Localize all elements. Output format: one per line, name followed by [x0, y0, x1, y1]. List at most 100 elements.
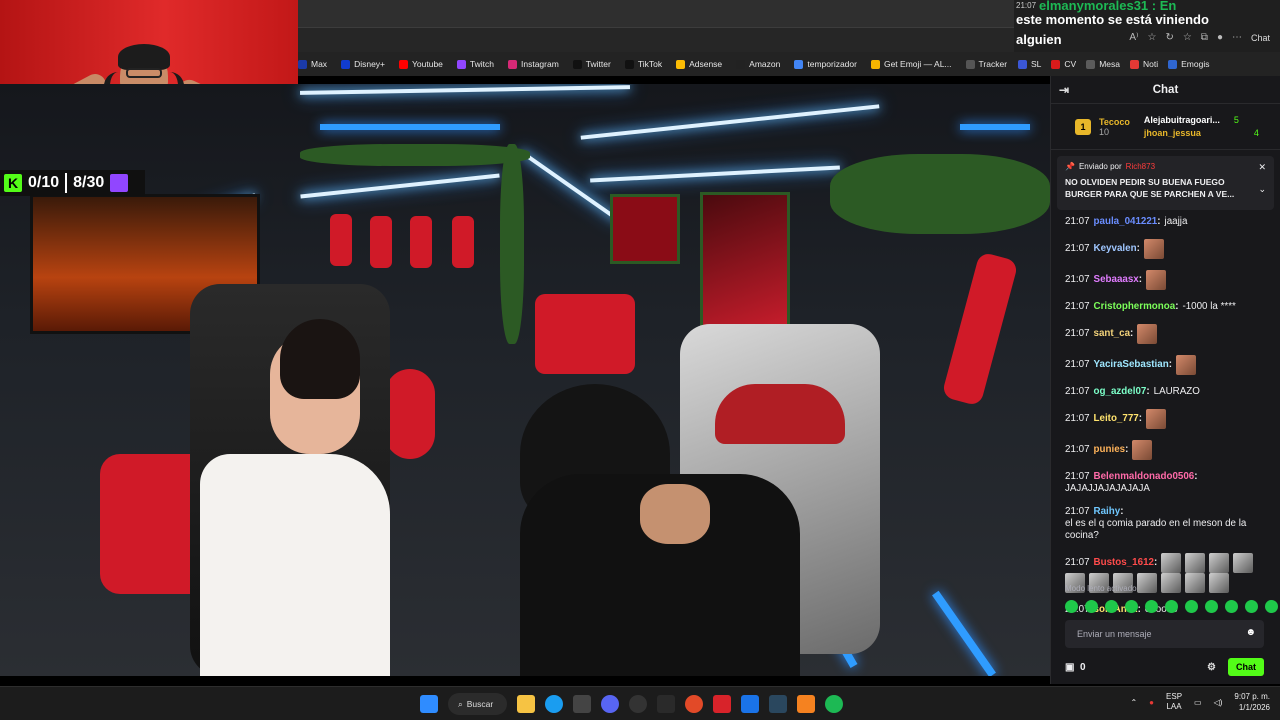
- bookmark-8[interactable]: Amazon: [736, 59, 780, 69]
- bookmark-2[interactable]: Youtube: [399, 59, 443, 69]
- message-username[interactable]: Raihy:: [1094, 506, 1124, 518]
- username-text: Keyvalen: [1093, 243, 1137, 254]
- message-username[interactable]: Cristophermonoa:: [1094, 301, 1179, 313]
- bookmark-0[interactable]: Max: [298, 59, 327, 69]
- chat-message[interactable]: 21:07 YaciraSebastian:: [1065, 355, 1270, 375]
- chat-message[interactable]: 21:07 Cristophermonoa: -1000 la ****: [1065, 301, 1270, 313]
- quick-emote[interactable]: [1105, 600, 1118, 613]
- collapse-chat-icon[interactable]: ⇥: [1059, 83, 1069, 97]
- quick-emote[interactable]: [1225, 600, 1238, 613]
- chat-message[interactable]: 21:07 punies:: [1065, 440, 1270, 460]
- leader-1[interactable]: Tecoco 10: [1099, 117, 1130, 137]
- github-icon[interactable]: [629, 695, 648, 713]
- spotify-icon[interactable]: [825, 695, 844, 713]
- quick-emote[interactable]: [1125, 600, 1138, 613]
- emoji-picker-icon[interactable]: ☻: [1245, 627, 1256, 638]
- refresh-icon[interactable]: ↻: [1165, 32, 1173, 43]
- favorite-star-icon[interactable]: ☆: [1147, 32, 1156, 43]
- username-colon: :: [1125, 444, 1129, 455]
- discord-icon[interactable]: [601, 695, 620, 713]
- bookmark-7[interactable]: Adsense: [676, 59, 722, 69]
- quick-emote[interactable]: [1185, 600, 1198, 613]
- message-username[interactable]: punies:: [1094, 444, 1129, 456]
- vscode-icon[interactable]: [741, 695, 760, 713]
- message-username[interactable]: Bustos_1612:: [1094, 557, 1158, 569]
- expand-chevron-icon[interactable]: ⌄: [1258, 184, 1266, 195]
- stream-video[interactable]: [0, 84, 1050, 676]
- edge-icon[interactable]: [545, 695, 564, 713]
- message-username[interactable]: Belenmaldonado0506:: [1094, 471, 1198, 483]
- store-icon[interactable]: [573, 695, 592, 713]
- chat-message[interactable]: 21:07 Belenmaldonado0506: JAJAJJAJAJAJAJA: [1065, 471, 1270, 495]
- favorites-icon[interactable]: ☆: [1183, 32, 1192, 43]
- more-menu-icon[interactable]: ⋯: [1232, 32, 1242, 43]
- browser-tab[interactable]: [298, 0, 1014, 28]
- read-aloud-icon[interactable]: A⁾: [1129, 32, 1138, 43]
- steam-icon[interactable]: [769, 695, 788, 713]
- bookmark-11[interactable]: Tracker: [965, 59, 1007, 69]
- score-left: 0/10: [28, 174, 60, 191]
- collections-icon[interactable]: ⧉: [1201, 32, 1208, 43]
- quick-emote[interactable]: [1245, 600, 1258, 613]
- clock[interactable]: 9:07 p. m. 1/1/2026: [1234, 691, 1270, 713]
- bookmark-r3[interactable]: Noti: [1130, 59, 1158, 69]
- quick-emote[interactable]: [1065, 600, 1078, 613]
- quick-emote[interactable]: [1265, 600, 1278, 613]
- volume-icon[interactable]: ◁): [1214, 698, 1223, 707]
- message-username[interactable]: Sebaaasx:: [1094, 274, 1142, 286]
- send-chat-button[interactable]: Chat: [1228, 658, 1264, 676]
- tray-overflow-icon[interactable]: ⌃: [1130, 698, 1137, 707]
- username-text: YaciraSebastian: [1093, 359, 1169, 370]
- language-indicator[interactable]: ESP LAA: [1166, 692, 1182, 712]
- leader-2[interactable]: Alejabuitragoari... 5: [1144, 115, 1259, 125]
- balance-icon[interactable]: ▣: [1065, 662, 1074, 673]
- bookmark-r2[interactable]: Mesa: [1086, 59, 1120, 69]
- taskbar-search[interactable]: ⌕ Buscar: [448, 693, 508, 715]
- emote-image: [1161, 573, 1181, 593]
- message-username[interactable]: og_azdel07:: [1094, 386, 1150, 398]
- message-username[interactable]: Keyvalen:: [1094, 243, 1140, 255]
- bookmark-3[interactable]: Twitch: [456, 59, 494, 69]
- bookmark-6[interactable]: TikTok: [624, 59, 662, 69]
- chat-message[interactable]: 21:07 Sebaaasx:: [1065, 270, 1270, 290]
- message-username[interactable]: Leito_777:: [1094, 413, 1142, 425]
- bookmark-4[interactable]: Instagram: [508, 59, 559, 69]
- vlc-icon[interactable]: [797, 695, 816, 713]
- message-username[interactable]: YaciraSebastian:: [1094, 359, 1172, 371]
- chat-message[interactable]: 21:07 Raihy: el es el q comia parado en el…: [1065, 506, 1270, 542]
- twitch-logo-icon: [110, 174, 129, 192]
- chat-message[interactable]: 21:07 paula_041221: jaajja: [1065, 216, 1270, 228]
- quick-emote[interactable]: [1165, 600, 1178, 613]
- message-username[interactable]: paula_041221:: [1094, 216, 1161, 228]
- file-explorer-icon[interactable]: [517, 695, 536, 713]
- bookmark-r1[interactable]: CV: [1051, 59, 1076, 69]
- guest-hair: [280, 319, 360, 399]
- bookmark-10[interactable]: Get Emoji — AL...: [870, 59, 952, 69]
- network-icon[interactable]: ▭: [1194, 698, 1202, 707]
- quick-emote[interactable]: [1085, 600, 1098, 613]
- copilot-chat-button[interactable]: Chat: [1251, 33, 1270, 43]
- quick-emote[interactable]: [1145, 600, 1158, 613]
- microphone-icon[interactable]: ●: [1149, 698, 1154, 707]
- bookmark-r0[interactable]: SL: [1018, 59, 1041, 69]
- message-username[interactable]: sant_ca:: [1094, 328, 1134, 340]
- quick-emote[interactable]: [1205, 600, 1218, 613]
- origin-icon[interactable]: [685, 695, 704, 713]
- unpin-icon[interactable]: ✕: [1258, 162, 1266, 173]
- profile-icon[interactable]: ●: [1217, 32, 1223, 43]
- chat-message[interactable]: 21:07 Leito_777:: [1065, 409, 1270, 429]
- bookmark-5[interactable]: Twitter: [572, 59, 611, 69]
- leader-3[interactable]: jhoan_jessua 4: [1144, 128, 1259, 138]
- chat-message[interactable]: 21:07 Keyvalen:: [1065, 239, 1270, 259]
- chat-message-input[interactable]: Enviar un mensaje ☻: [1065, 620, 1264, 648]
- start-button-icon[interactable]: [420, 695, 438, 713]
- bookmark-1[interactable]: Disney+: [341, 59, 385, 69]
- bookmark-r4[interactable]: Emogis: [1168, 59, 1209, 69]
- chat-settings-icon[interactable]: ⚙: [1207, 662, 1216, 673]
- bookmark-9[interactable]: temporizador: [794, 59, 857, 69]
- chat-message[interactable]: 21:07 sant_ca:: [1065, 324, 1270, 344]
- pinned-message[interactable]: 📌 Enviado por Rich873 NO OLVIDEN PEDIR S…: [1057, 156, 1274, 210]
- epic-games-icon[interactable]: [657, 695, 676, 713]
- chat-message[interactable]: 21:07 og_azdel07: LAURAZO: [1065, 386, 1270, 398]
- riot-icon[interactable]: [713, 695, 732, 713]
